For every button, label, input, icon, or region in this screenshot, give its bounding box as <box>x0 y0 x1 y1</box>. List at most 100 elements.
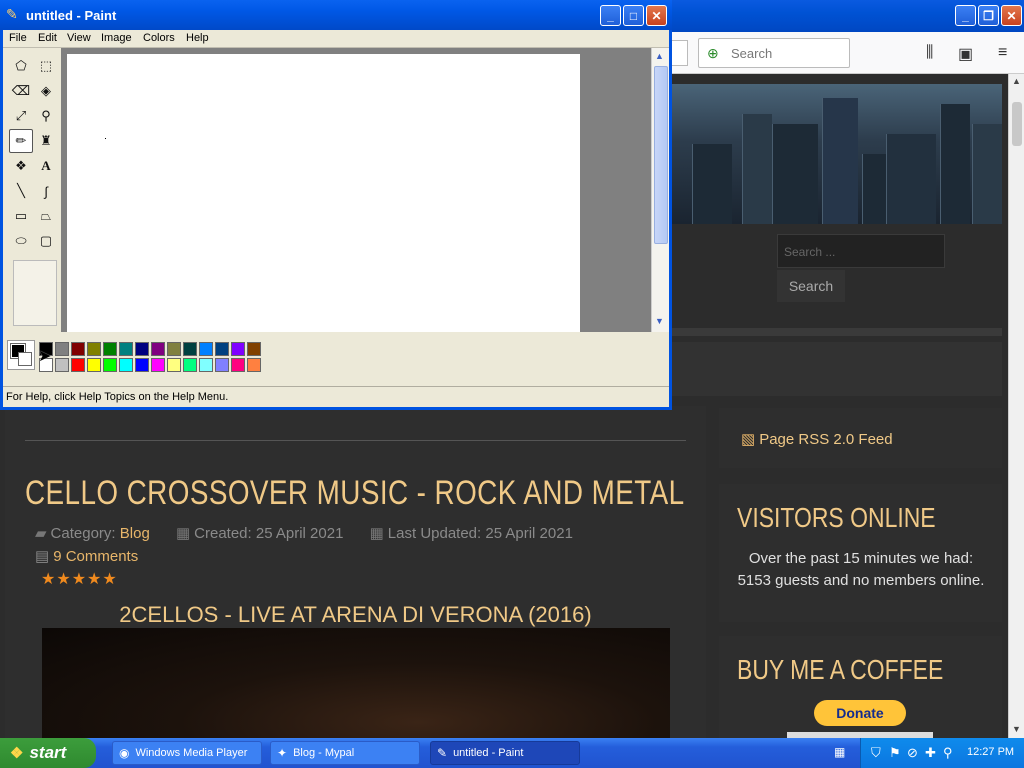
free-select-icon[interactable]: ⬠ <box>9 54 33 78</box>
color-swatch[interactable] <box>247 342 261 356</box>
color-swatch[interactable] <box>135 342 149 356</box>
paint-menubar: File Edit View Image Colors Help <box>3 30 669 48</box>
color-swatch[interactable] <box>151 342 165 356</box>
paint-close-button[interactable]: ✕ <box>646 5 667 26</box>
start-button[interactable]: ❖ start <box>0 738 96 768</box>
menu-edit[interactable]: Edit <box>38 32 57 44</box>
menu-file[interactable]: File <box>9 32 27 44</box>
menu-colors[interactable]: Colors <box>143 32 175 44</box>
browser-search-input[interactable]: Search <box>731 46 772 61</box>
article-title[interactable]: CELLO CROSSOVER MUSIC - ROCK AND METAL <box>25 474 685 513</box>
line-icon[interactable]: ╲ <box>9 179 33 203</box>
canvas-scrollbar[interactable]: ▲ ▼ <box>651 48 669 332</box>
browser-search-box[interactable]: ⊕ Search <box>698 38 850 68</box>
donate-button[interactable]: Donate <box>814 700 906 726</box>
page-scrollbar[interactable]: ▲ ▼ <box>1008 74 1024 738</box>
scroll-thumb[interactable] <box>654 66 668 244</box>
fill-bucket-icon[interactable]: ◈ <box>34 79 58 103</box>
status-text: For Help, click Help Topics on the Help … <box>6 391 229 403</box>
video-player[interactable] <box>42 628 670 738</box>
menu-help[interactable]: Help <box>186 32 209 44</box>
comments-link[interactable]: ▤ 9 Comments <box>35 547 138 565</box>
color-swatch[interactable] <box>199 342 213 356</box>
drawing-canvas[interactable] <box>67 54 580 332</box>
scroll-up-icon[interactable]: ▲ <box>655 51 664 61</box>
rss-link[interactable]: ▧ Page RSS 2.0 Feed <box>741 430 893 448</box>
color-swatch[interactable] <box>119 358 133 372</box>
library-icon[interactable]: ⫼ <box>926 44 933 62</box>
color-swatch[interactable] <box>151 358 165 372</box>
task-untitled-paint[interactable]: ✎ untitled - Paint <box>430 741 580 765</box>
magnifier-icon[interactable]: ⚲ <box>34 104 58 128</box>
brush-icon[interactable]: ♜ <box>34 129 58 153</box>
color-swatch[interactable] <box>87 358 101 372</box>
color-swatch[interactable] <box>183 342 197 356</box>
color-swatch[interactable] <box>55 342 69 356</box>
current-colors[interactable] <box>7 340 35 370</box>
security-icon[interactable]: ✚ <box>925 745 936 761</box>
color-swatch[interactable] <box>183 358 197 372</box>
color-swatch[interactable] <box>103 342 117 356</box>
keyboard-icon[interactable]: ▦ <box>834 745 845 759</box>
color-swatch[interactable] <box>87 342 101 356</box>
site-search-input[interactable]: Search ... <box>777 234 945 268</box>
rectangle-icon[interactable]: ▭ <box>9 204 33 228</box>
color-swatch[interactable] <box>231 358 245 372</box>
pencil-icon[interactable]: ✏ <box>9 129 33 153</box>
browser-minimize-button[interactable]: _ <box>955 5 976 26</box>
ellipse-icon[interactable]: ⬭ <box>9 229 33 253</box>
task-windows-media-player[interactable]: ◉ Windows Media Player <box>112 741 262 765</box>
color-swatch[interactable] <box>167 358 181 372</box>
color-swatch[interactable] <box>199 358 213 372</box>
menu-icon[interactable]: ≡ <box>998 44 1007 62</box>
color-swatch[interactable] <box>119 342 133 356</box>
paint-app-icon: ✎ <box>437 746 448 760</box>
taskbar: ❖ start ◉ Windows Media Player ✦ Blog - Myp… <box>0 738 1024 768</box>
system-tray: ⛉ ⚑ ⊘ ✚ ⚲ 12:27 PM <box>860 738 1024 768</box>
category-link[interactable]: Blog <box>120 525 150 542</box>
sidebar-icon[interactable]: ▣ <box>958 44 973 64</box>
color-picker-icon[interactable]: ⤢ <box>9 104 33 128</box>
menu-view[interactable]: View <box>67 32 91 44</box>
paint-minimize-button[interactable]: _ <box>600 5 621 26</box>
browser-icon: ✦ <box>277 746 288 760</box>
color-swatch[interactable] <box>247 358 261 372</box>
color-swatch[interactable] <box>167 342 181 356</box>
hero-image <box>672 84 1002 224</box>
back-button[interactable] <box>670 40 688 66</box>
network-icon[interactable]: ⚑ <box>889 745 901 761</box>
browser-restore-button[interactable]: ❐ <box>978 5 999 26</box>
rating-stars[interactable]: ★★★★★ <box>41 569 118 589</box>
color-swatch[interactable] <box>103 358 117 372</box>
visitors-heading: VISITORS ONLINE <box>737 502 936 533</box>
color-swatch[interactable] <box>55 358 69 372</box>
polygon-icon[interactable]: ⏢ <box>34 204 58 228</box>
color-swatch[interactable] <box>135 358 149 372</box>
curve-icon[interactable]: ∫ <box>34 179 58 203</box>
search-icon[interactable]: ⚲ <box>943 745 953 761</box>
tool-options[interactable] <box>13 260 57 326</box>
task-blog-mypal[interactable]: ✦ Blog - Mypal <box>270 741 420 765</box>
text-tool-icon[interactable]: A <box>34 154 58 178</box>
browser-close-button[interactable]: ✕ <box>1001 5 1022 26</box>
rect-select-icon[interactable]: ⬚ <box>34 54 58 78</box>
scroll-up-icon[interactable]: ▲ <box>1012 76 1021 86</box>
rounded-rect-icon[interactable]: ▢ <box>34 229 58 253</box>
stop-icon[interactable]: ⊘ <box>907 745 918 761</box>
eraser-icon[interactable]: ⌫ <box>9 79 33 103</box>
color-swatch[interactable] <box>71 342 85 356</box>
scroll-thumb[interactable] <box>1012 102 1022 146</box>
paint-titlebar[interactable]: ✎ untitled - Paint _ □ ✕ <box>0 0 672 30</box>
menu-image[interactable]: Image <box>101 32 132 44</box>
color-swatch[interactable] <box>215 358 229 372</box>
color-swatch[interactable] <box>215 342 229 356</box>
scroll-down-icon[interactable]: ▼ <box>1012 724 1021 734</box>
browser-toolbar: ⊕ Search ⫼ ▣ ≡ <box>670 32 1024 74</box>
airbrush-icon[interactable]: ❖ <box>9 154 33 178</box>
color-swatch[interactable] <box>71 358 85 372</box>
scroll-down-icon[interactable]: ▼ <box>655 316 664 326</box>
paint-maximize-button[interactable]: □ <box>623 5 644 26</box>
shield-icon[interactable]: ⛉ <box>871 745 881 761</box>
site-search-button[interactable]: Search <box>777 270 845 302</box>
color-swatch[interactable] <box>231 342 245 356</box>
